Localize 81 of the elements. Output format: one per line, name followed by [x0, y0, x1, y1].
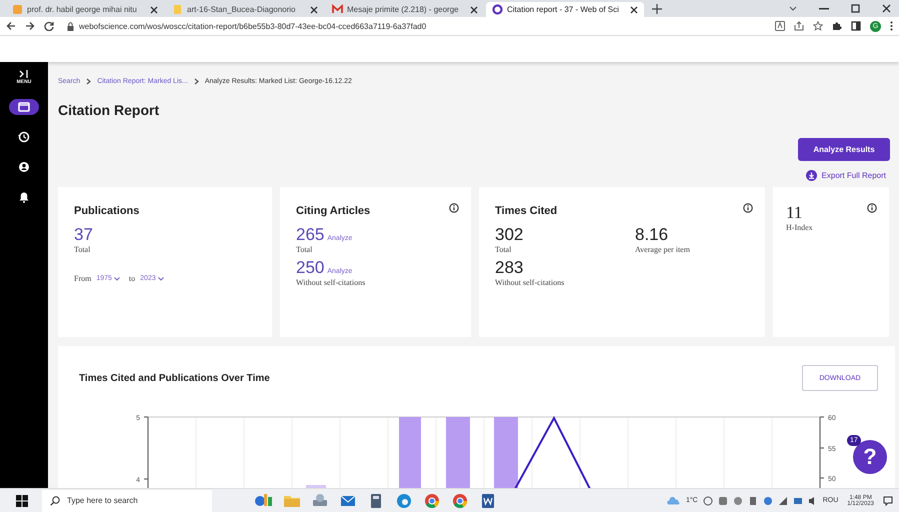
reload-icon[interactable]	[44, 21, 54, 31]
favicon-icon	[332, 4, 343, 15]
collapse-icon	[18, 70, 29, 78]
minimize-icon[interactable]	[819, 8, 829, 10]
left-axis	[144, 416, 148, 488]
metric-label: Without self-citations	[495, 278, 566, 287]
notifications-icon[interactable]	[883, 496, 893, 506]
user-icon	[17, 161, 31, 173]
favicon-icon	[492, 4, 503, 15]
close-icon[interactable]	[630, 6, 638, 14]
bell-icon	[17, 191, 31, 203]
card-title: Times Cited	[495, 205, 558, 217]
cloud-icon	[666, 496, 681, 504]
chevron-down-icon[interactable]	[789, 6, 797, 12]
info-icon[interactable]	[867, 203, 877, 213]
browser-tab[interactable]: Mesaje primite (2.218) - george	[326, 2, 484, 17]
lock-icon	[67, 22, 74, 30]
tray-icon[interactable]	[702, 496, 713, 506]
metric-label: Average per item	[635, 245, 691, 254]
close-icon[interactable]	[150, 6, 158, 14]
export-link[interactable]: Export Full Report	[806, 170, 890, 181]
close-icon[interactable]	[882, 4, 891, 13]
browser-tab[interactable]: art-16-Stan_Bucea-Diagonorio	[166, 2, 324, 17]
tray-icon[interactable]	[718, 496, 728, 506]
forward-icon[interactable]	[25, 21, 35, 31]
bar	[399, 417, 421, 488]
search-field[interactable]: Type here to search	[42, 490, 212, 512]
metric-value: 283	[495, 258, 524, 278]
nav-item[interactable]	[9, 99, 39, 115]
bar	[494, 417, 518, 488]
maximize-icon[interactable]	[851, 4, 860, 13]
metric-label: Total	[495, 245, 512, 254]
value-label: Total	[74, 245, 92, 254]
favicon-icon	[172, 4, 183, 15]
range-label: From	[74, 274, 92, 283]
puzzle-icon[interactable]	[832, 21, 842, 31]
publication-count[interactable]: 37	[74, 225, 256, 245]
back-icon[interactable]	[6, 21, 16, 31]
folder-icon	[17, 101, 31, 113]
favicon-icon	[12, 4, 23, 15]
analyze-results-button[interactable]: Analyze Results	[798, 138, 890, 161]
caret-icon	[158, 276, 164, 280]
star-icon[interactable]	[813, 21, 823, 31]
tray-icon[interactable]	[762, 496, 773, 506]
address-field[interactable]: webofscience.com/wos/woscc/citation-report/b6be55b3-80d7-43ee-bc04-cced663a7119-6a37fad0	[63, 18, 766, 34]
page-title: Citation Report	[58, 102, 160, 118]
search-icon	[50, 496, 60, 506]
range-label: to	[128, 274, 136, 283]
new-tab-icon[interactable]	[652, 4, 662, 14]
more-icon[interactable]	[890, 21, 893, 31]
history-icon	[17, 131, 31, 143]
close-icon[interactable]	[470, 6, 478, 14]
browser-tab[interactable]: prof. dr. habil george mihai nitu	[6, 2, 164, 17]
caret-icon	[114, 276, 120, 280]
chevron-right-icon	[194, 78, 199, 84]
right-axis	[820, 416, 824, 488]
metric-value: 8.16	[635, 225, 668, 245]
metric-label: H-Index	[786, 223, 813, 232]
tray-icon[interactable]	[748, 496, 758, 506]
translate-icon[interactable]	[775, 21, 785, 31]
sidebar-icon[interactable]	[851, 21, 861, 31]
download-icon	[806, 170, 817, 181]
tray-icon[interactable]	[732, 496, 743, 506]
card-title: Publications	[74, 205, 140, 217]
h-index-value: 11	[786, 203, 802, 223]
info-icon[interactable]	[743, 203, 753, 213]
card-title: Citing Articles	[296, 205, 372, 217]
metric-label: Without self-citations	[296, 278, 366, 287]
windows-start-icon[interactable]	[16, 494, 28, 506]
browser-tab[interactable]: Citation report - 37 - Web of Sci	[486, 2, 644, 17]
metric-value[interactable]: 250	[296, 258, 324, 278]
chevron-right-icon	[86, 78, 92, 84]
tray-icon[interactable]	[792, 496, 803, 506]
metric-value[interactable]: 265	[296, 225, 324, 245]
metric-label: Total	[296, 245, 314, 254]
bar	[446, 417, 470, 488]
metric-value: 302	[495, 225, 524, 245]
info-icon[interactable]	[449, 203, 459, 213]
chart-title: Times Cited and Publications Over Time	[79, 372, 270, 384]
share-icon[interactable]	[794, 21, 804, 31]
close-icon[interactable]	[310, 6, 318, 14]
